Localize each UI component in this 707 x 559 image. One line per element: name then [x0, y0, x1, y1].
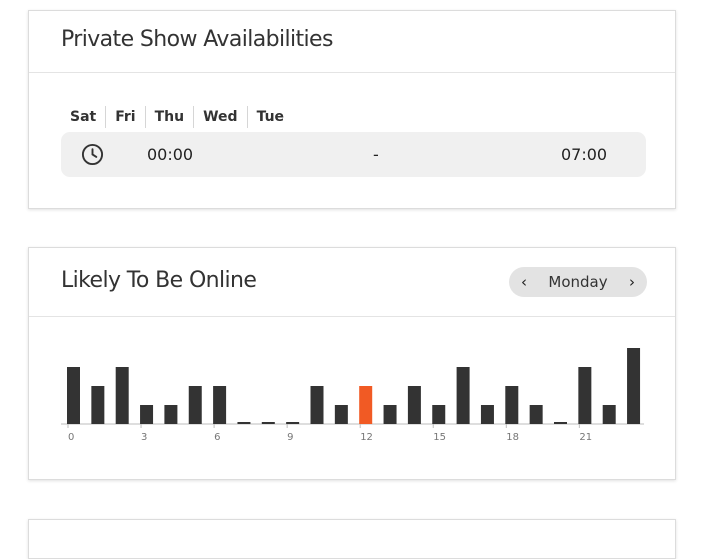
chart-bar-current-hour	[359, 386, 373, 424]
chart-bar	[627, 348, 641, 424]
chart-bar	[505, 386, 519, 424]
chart-bar	[91, 386, 105, 424]
next-card	[28, 519, 676, 559]
chart-tick-label: 9	[287, 432, 293, 443]
chart-bar	[578, 367, 592, 424]
day-tue: Tue	[246, 106, 293, 128]
chart-bar	[164, 405, 178, 424]
chart-bar	[480, 405, 494, 424]
chart-tick-label: 15	[433, 432, 446, 443]
chevron-right-icon[interactable]: ›	[617, 267, 647, 297]
chart-bar	[237, 422, 251, 424]
availability-card: Private Show Availabilities Sat Fri Thu …	[28, 10, 676, 209]
chart-tick-label: 21	[579, 432, 592, 443]
chart-tick-label: 3	[141, 432, 147, 443]
chart-bar	[213, 386, 227, 424]
day-fri: Fri	[105, 106, 144, 128]
chart-bar	[67, 367, 80, 424]
day-wed: Wed	[193, 106, 246, 128]
chart-bar	[456, 367, 470, 424]
chart-bar	[432, 405, 446, 424]
online-card: Likely To Be Online ‹ Monday › 0 3 6 9 12 15 1…	[28, 247, 676, 480]
chart-bar	[115, 367, 129, 424]
chart-bar	[383, 405, 397, 424]
chart-bar	[602, 405, 616, 424]
chart-bar	[140, 405, 154, 424]
chart-tick-label: 18	[506, 432, 519, 443]
chart-bar	[334, 405, 348, 424]
chart-tick-label: 0	[68, 432, 74, 443]
chart-tick-label: 6	[214, 432, 220, 443]
availability-title: Private Show Availabilities	[61, 27, 333, 52]
availability-days: Sat Fri Thu Wed Tue	[61, 106, 293, 128]
chart-bar	[261, 422, 275, 424]
chart-bar	[529, 405, 543, 424]
clock-icon	[81, 143, 104, 166]
day-switcher: ‹ Monday ›	[509, 267, 647, 297]
online-bar-chart: 0 3 6 9 12 15 18 21	[61, 348, 645, 443]
chart-tick-label: 12	[360, 432, 373, 443]
chart-bar	[407, 386, 421, 424]
availability-time-row: 00:00 - 07:00	[61, 132, 646, 177]
start-time: 00:00	[147, 145, 194, 164]
chart-bar	[554, 422, 567, 424]
availability-header: Private Show Availabilities	[29, 11, 675, 73]
day-thu: Thu	[144, 106, 193, 128]
online-title: Likely To Be Online	[61, 268, 257, 293]
chart-bar	[286, 422, 300, 424]
time-separator: -	[373, 145, 379, 164]
chart-bar	[310, 386, 324, 424]
day-sat: Sat	[70, 109, 97, 125]
end-time: 07:00	[561, 145, 608, 164]
online-header: Likely To Be Online ‹ Monday ›	[29, 248, 675, 317]
chart-bar	[188, 386, 202, 424]
